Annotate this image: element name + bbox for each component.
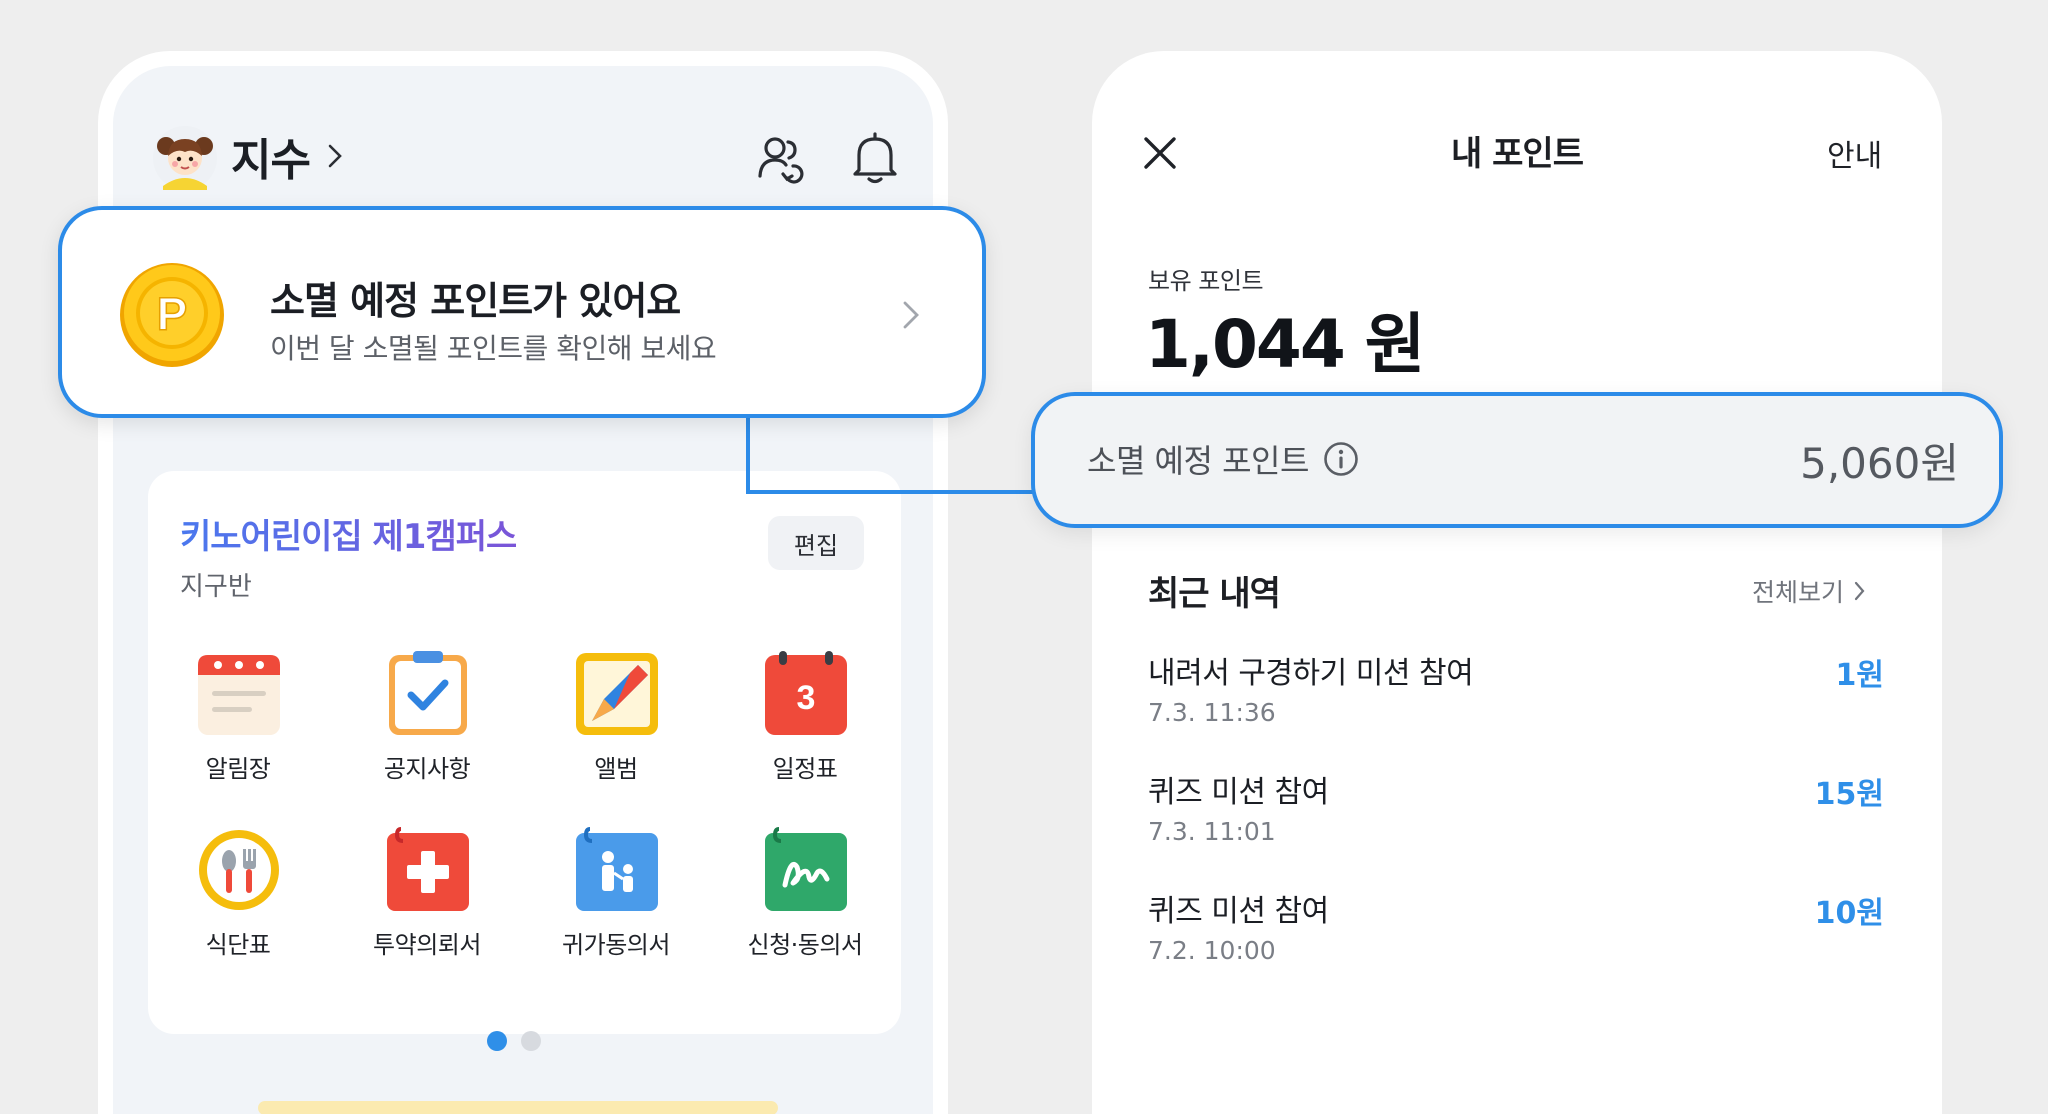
page-title: 내 포인트 (1451, 134, 1584, 174)
point-coin-icon: P (120, 263, 224, 367)
history-item[interactable]: 퀴즈 미션 참여 7.2. 10:00 10원 (1148, 886, 1884, 986)
menu-label: 식단표 (205, 931, 271, 959)
menu-item-pickup-consent[interactable]: 귀가동의서 (541, 827, 691, 967)
menu-item-schedule[interactable]: 3 일정표 (730, 651, 880, 791)
calendar-icon: 3 (765, 651, 847, 735)
menu-item-announcement[interactable]: 공지사항 (352, 651, 502, 791)
view-all-link[interactable]: 전체보기 (1752, 573, 1865, 609)
child-avatar-icon[interactable] (153, 126, 217, 190)
menu-item-notice-book[interactable]: 알림장 (163, 651, 313, 791)
campus-name[interactable]: 키노어린이집 제1캠퍼스 (180, 509, 517, 558)
meal-icon (199, 830, 279, 910)
view-all-label: 전체보기 (1752, 578, 1845, 607)
history-title: 퀴즈 미션 참여 (1148, 775, 1329, 810)
next-card-edge (258, 1101, 778, 1114)
expiring-label-group: 소멸 예정 포인트 (1087, 436, 1359, 482)
guide-link[interactable]: 안내 (1827, 131, 1882, 175)
medicine-icon (387, 827, 469, 911)
info-icon[interactable] (1323, 441, 1359, 477)
banner-title: 소멸 예정 포인트가 있어요 (270, 279, 681, 323)
campus-card: 키노어린이집 제1캠퍼스 지구반 편집 알림장 공지사항 앨범 3 일정표 식단… (148, 471, 901, 1051)
history-time: 7.2. 10:00 (1148, 936, 1276, 965)
menu-item-meal-plan[interactable]: 식단표 (163, 827, 313, 967)
pager-dot-active[interactable] (487, 1031, 507, 1051)
profile-switcher[interactable]: 지수 (231, 122, 342, 190)
expiring-points-value: 5,060원 (1800, 439, 1959, 488)
menu-label: 귀가동의서 (562, 931, 670, 959)
history-title: 퀴즈 미션 참여 (1148, 894, 1329, 929)
expiring-points-banner[interactable]: P 소멸 예정 포인트가 있어요 이번 달 소멸될 포인트를 확인해 보세요 (58, 206, 986, 418)
menu-item-application-consent[interactable]: 신청·동의서 (730, 827, 880, 967)
recent-history-title: 최근 내역 (1148, 574, 1281, 614)
history-title: 내려서 구경하기 미션 참여 (1148, 656, 1474, 691)
menu-label: 일정표 (772, 755, 838, 783)
expiring-points-label: 소멸 예정 포인트 (1087, 442, 1309, 480)
user-name: 지수 (231, 135, 311, 186)
chevron-right-icon (903, 301, 919, 329)
menu-label: 알림장 (205, 755, 271, 783)
history-item[interactable]: 내려서 구경하기 미션 참여 7.3. 11:36 1원 (1148, 648, 1884, 748)
chevron-right-icon (328, 144, 342, 168)
signature-icon (765, 827, 847, 911)
coin-letter: P (157, 288, 188, 340)
checklist-icon (389, 651, 467, 735)
expiring-points-row: 소멸 예정 포인트 5,060원 (1031, 392, 2003, 528)
pager-dot[interactable] (521, 1031, 541, 1051)
class-name: 지구반 (180, 572, 252, 602)
banner-subtitle: 이번 달 소멸될 포인트를 확인해 보세요 (270, 332, 717, 365)
notebook-icon (198, 655, 280, 735)
family-switch-icon[interactable] (757, 132, 809, 184)
bell-icon[interactable] (849, 130, 901, 186)
album-icon (576, 653, 658, 735)
menu-item-album[interactable]: 앨범 (541, 651, 691, 791)
menu-label: 앨범 (594, 755, 638, 783)
history-amount: 10원 (1814, 896, 1884, 931)
balance-value: 1,044 원 (1145, 306, 1425, 383)
my-points-screen: 내 포인트 안내 보유 포인트 1,044 원 최근 내역 전체보기 내려서 구… (1092, 51, 1942, 1114)
menu-label: 신청·동의서 (747, 931, 863, 959)
chevron-right-icon (1854, 581, 1865, 601)
history-item[interactable]: 퀴즈 미션 참여 7.3. 11:01 15원 (1148, 767, 1884, 867)
menu-label: 공지사항 (383, 755, 471, 783)
history-time: 7.3. 11:36 (1148, 698, 1276, 727)
go-home-icon (576, 827, 658, 911)
history-amount: 15원 (1814, 777, 1884, 812)
edit-button[interactable]: 편집 (768, 516, 864, 570)
calendar-badge: 3 (797, 679, 816, 717)
menu-item-medication-request[interactable]: 투약의뢰서 (352, 827, 502, 967)
menu-label: 투약의뢰서 (373, 931, 481, 959)
history-time: 7.3. 11:01 (1148, 817, 1276, 846)
history-amount: 1원 (1835, 658, 1884, 693)
